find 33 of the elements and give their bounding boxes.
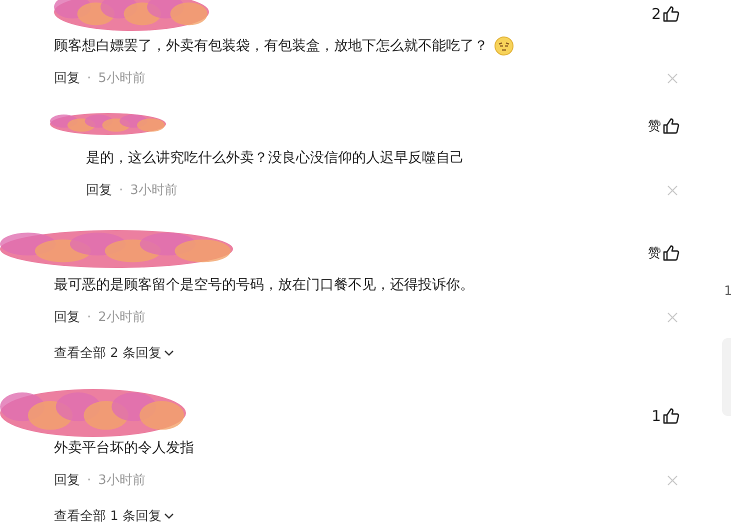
chevron-down-icon — [164, 349, 174, 357]
thumbs-up-icon — [662, 407, 680, 425]
separator-dot: · — [87, 472, 92, 488]
reply-link[interactable]: 回复 — [86, 181, 112, 199]
separator-dot: · — [87, 70, 92, 86]
reply-link[interactable]: 回复 — [54, 69, 80, 87]
thumbs-up-icon — [662, 117, 680, 135]
like-button[interactable]: 2 — [651, 5, 680, 23]
close-icon[interactable] — [667, 312, 678, 322]
view-replies-link[interactable]: 查看全部 2 条回复 — [54, 343, 174, 363]
thumbs-up-icon — [662, 5, 680, 23]
timestamp: 2小时前 — [98, 309, 146, 326]
timestamp: 5小时前 — [98, 70, 146, 87]
comment-text: 顾客想白嫖罢了，外卖有包装袋，有包装盒，放地下怎么就不能吃了？ — [54, 37, 488, 56]
like-button[interactable]: 1 — [651, 407, 680, 425]
separator-dot: · — [87, 310, 92, 324]
close-icon[interactable] — [667, 184, 678, 196]
close-icon[interactable] — [667, 474, 678, 486]
reply-link[interactable]: 回复 — [54, 308, 80, 326]
comment-text: 是的，这么讲究吃什么外卖？没良心没信仰的人迟早反噬自己 — [86, 149, 464, 168]
comment-text: 外卖平台坏的令人发指 — [54, 439, 194, 458]
chevron-down-icon — [164, 512, 174, 520]
timestamp: 3小时前 — [130, 182, 178, 199]
reply-link[interactable]: 回复 — [54, 471, 80, 489]
side-count: 1 — [724, 284, 731, 299]
like-button[interactable]: 赞 — [648, 244, 680, 262]
view-replies-link[interactable]: 查看全部 1 条回复 — [54, 506, 174, 526]
thumbs-up-icon — [662, 244, 680, 262]
like-button[interactable]: 赞 — [648, 117, 680, 135]
close-icon[interactable] — [667, 72, 678, 84]
timestamp: 3小时前 — [98, 472, 146, 489]
separator-dot: · — [119, 182, 124, 198]
comment-text: 最可恶的是顾客留个是空号的号码，放在门口餐不见，还得投诉你。 — [54, 276, 474, 295]
